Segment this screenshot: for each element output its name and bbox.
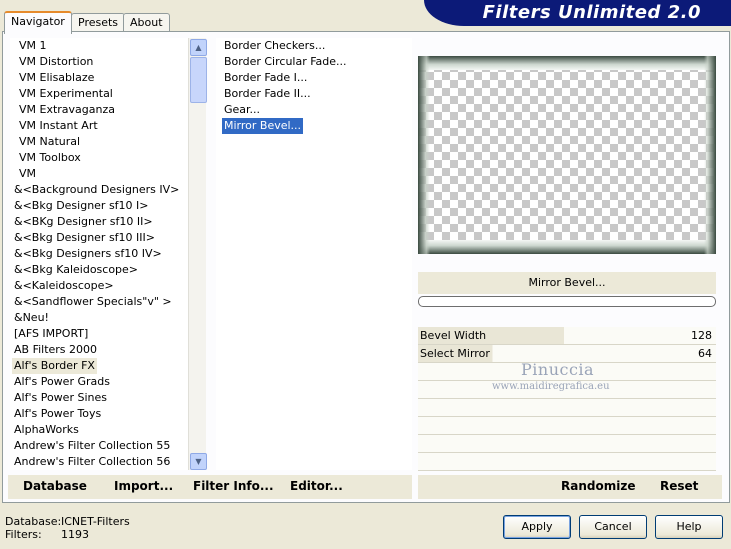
- param-empty: [418, 417, 716, 435]
- category-item[interactable]: Andrew's Filter Collection 56: [14, 454, 170, 470]
- category-item[interactable]: Alf's Power Grads: [14, 374, 110, 390]
- category-item[interactable]: &<Sandflower Specials"v" >: [14, 294, 172, 310]
- param-label: Select Mirror: [420, 347, 490, 360]
- filters-count: 1193: [61, 528, 89, 541]
- category-item[interactable]: &<Bkg Designer sf10 I>: [14, 198, 149, 214]
- filters-label: Filters:: [5, 528, 42, 541]
- import-button[interactable]: Import...: [114, 479, 173, 493]
- randomize-button[interactable]: Randomize: [561, 479, 635, 493]
- category-item[interactable]: &<Kaleidoscope>: [14, 278, 114, 294]
- database-label: Database:: [5, 515, 62, 528]
- tab-presets[interactable]: Presets: [71, 13, 126, 32]
- category-item[interactable]: VM 1: [19, 38, 47, 54]
- watermark-site: www.maidiregrafica.eu: [492, 381, 610, 392]
- database-button[interactable]: Database: [23, 479, 87, 493]
- category-item[interactable]: Alf's Power Sines: [14, 390, 107, 406]
- bevel-left: [418, 56, 430, 254]
- category-item[interactable]: &<BKg Designer sf10 II>: [14, 214, 153, 230]
- filter-list[interactable]: Border Checkers... Border Circular Fade..…: [216, 38, 412, 470]
- category-item[interactable]: Andrew's Filter Collection 55: [14, 438, 170, 454]
- scroll-thumb[interactable]: [190, 57, 207, 103]
- filter-name-label: Mirror Bevel...: [418, 272, 716, 294]
- category-item[interactable]: VM Elisablaze: [19, 70, 94, 86]
- category-item[interactable]: VM Toolbox: [19, 150, 81, 166]
- param-bevel-width[interactable]: Bevel Width 128: [418, 327, 716, 345]
- category-item[interactable]: Alf's Power Toys: [14, 406, 101, 422]
- category-item[interactable]: AlphaWorks: [14, 422, 79, 438]
- filter-info-button[interactable]: Filter Info...: [193, 479, 274, 493]
- category-item[interactable]: VM Instant Art: [19, 118, 98, 134]
- param-empty: [418, 399, 716, 417]
- title-banner: Filters Unlimited 2.0: [424, 0, 731, 26]
- category-item[interactable]: &<Bkg Kaleidoscope>: [14, 262, 138, 278]
- category-item[interactable]: [AFS IMPORT]: [14, 326, 88, 342]
- category-item[interactable]: VM Natural: [19, 134, 80, 150]
- category-item[interactable]: Alf's Border FX: [12, 358, 97, 374]
- category-item[interactable]: VM Extravaganza: [19, 102, 115, 118]
- category-item[interactable]: &<Background Designers IV>: [14, 182, 179, 198]
- param-label: Bevel Width: [420, 329, 487, 342]
- left-action-bar: Database Import... Filter Info... Editor…: [8, 475, 412, 499]
- right-action-bar: Randomize Reset: [418, 475, 722, 499]
- tab-about[interactable]: About: [123, 13, 170, 32]
- category-item[interactable]: &<Bkg Designer sf10 III>: [14, 230, 155, 246]
- parameter-panel: Bevel Width 128 Select Mirror 64: [418, 327, 716, 471]
- scroll-up-button[interactable]: ▲: [190, 39, 207, 56]
- database-value: ICNET-Filters: [61, 515, 130, 528]
- category-scrollbar[interactable]: ▲ ▼: [188, 38, 207, 470]
- category-item[interactable]: AB Filters 2000: [14, 342, 97, 358]
- category-item[interactable]: VM: [19, 166, 36, 182]
- apply-button[interactable]: Apply: [503, 515, 571, 539]
- param-value: 128: [691, 329, 712, 342]
- preview-image: [418, 56, 716, 254]
- filter-item[interactable]: Border Fade II...: [222, 86, 313, 102]
- param-value: 64: [698, 347, 712, 360]
- param-empty: [418, 435, 716, 453]
- tab-navigator[interactable]: Navigator: [4, 11, 72, 34]
- param-empty: [418, 453, 716, 471]
- category-item[interactable]: VM Distortion: [19, 54, 93, 70]
- banner-title: Filters Unlimited 2.0: [482, 2, 701, 23]
- filter-item[interactable]: Border Fade I...: [222, 70, 309, 86]
- help-button[interactable]: Help: [655, 515, 723, 539]
- bevel-right: [704, 56, 716, 254]
- category-item[interactable]: &<Bkg Designers sf10 IV>: [14, 246, 162, 262]
- bevel-top: [418, 56, 716, 70]
- filter-item[interactable]: Border Checkers...: [222, 38, 327, 54]
- category-item[interactable]: &Neu!: [14, 310, 49, 326]
- cancel-button[interactable]: Cancel: [579, 515, 647, 539]
- category-item[interactable]: VM Experimental: [19, 86, 113, 102]
- scroll-down-button[interactable]: ▼: [190, 453, 207, 470]
- watermark-name: Pinuccia: [521, 360, 595, 379]
- reset-button[interactable]: Reset: [660, 479, 698, 493]
- category-list[interactable]: VM 1 VM Distortion VM Elisablaze VM Experim…: [10, 38, 188, 470]
- progress-bar: [418, 296, 716, 307]
- editor-button[interactable]: Editor...: [290, 479, 343, 493]
- filter-item[interactable]: Border Circular Fade...: [222, 54, 349, 70]
- bevel-bottom: [418, 240, 716, 254]
- filter-item[interactable]: Mirror Bevel...: [222, 118, 304, 134]
- filter-item[interactable]: Gear...: [222, 102, 262, 118]
